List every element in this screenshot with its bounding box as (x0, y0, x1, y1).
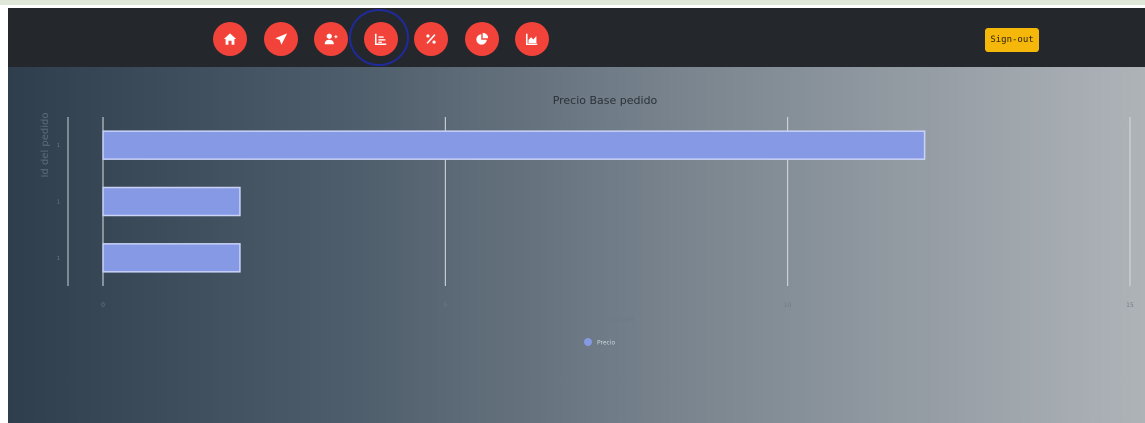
chart-title: Precio Base pedido (553, 94, 658, 107)
bar (102, 243, 241, 273)
nav-send-button[interactable] (264, 22, 298, 56)
line-chart-icon (374, 33, 387, 46)
chart-panel: Precio Base pedido Id del pedido Values … (8, 67, 1145, 423)
nav-percent-button[interactable] (414, 22, 448, 56)
nav-home-button[interactable] (213, 22, 247, 56)
nav-add-user-button[interactable] (314, 22, 348, 56)
y-axis-label: Id del pedido (40, 112, 51, 177)
app-frame: Sign-out Precio Base pedido Id del pedid… (8, 8, 1145, 423)
bar (102, 130, 926, 160)
nav-pie-chart-button[interactable] (465, 22, 499, 56)
area-chart-icon (525, 33, 538, 46)
nav-area-chart-button[interactable] (515, 22, 549, 56)
sign-out-button[interactable]: Sign-out (985, 28, 1039, 52)
nav-chart-button[interactable] (364, 22, 398, 56)
window-top-border (0, 0, 1145, 5)
x-axis-label: Values (609, 315, 635, 324)
paper-plane-icon (275, 33, 288, 45)
percent-icon (426, 34, 436, 44)
x-tick-label: 15 (1126, 302, 1134, 309)
add-user-icon (324, 33, 338, 45)
y-tick-label: 1 (57, 256, 60, 262)
x-tick-label: 5 (443, 302, 447, 309)
legend-swatch (584, 338, 592, 346)
x-tick-label: 0 (101, 302, 105, 309)
legend-label: Precio (597, 340, 616, 347)
y-tick-label: 1 (57, 143, 60, 149)
x-tick-label: 10 (784, 302, 792, 309)
navbar: Sign-out (8, 8, 1145, 67)
y-tick-label: 1 (57, 200, 60, 206)
pie-chart-icon (476, 32, 489, 45)
bar (102, 186, 241, 217)
bar-chart: Precio Base pedido Id del pedido Values … (40, 94, 1134, 347)
home-icon (223, 33, 237, 45)
